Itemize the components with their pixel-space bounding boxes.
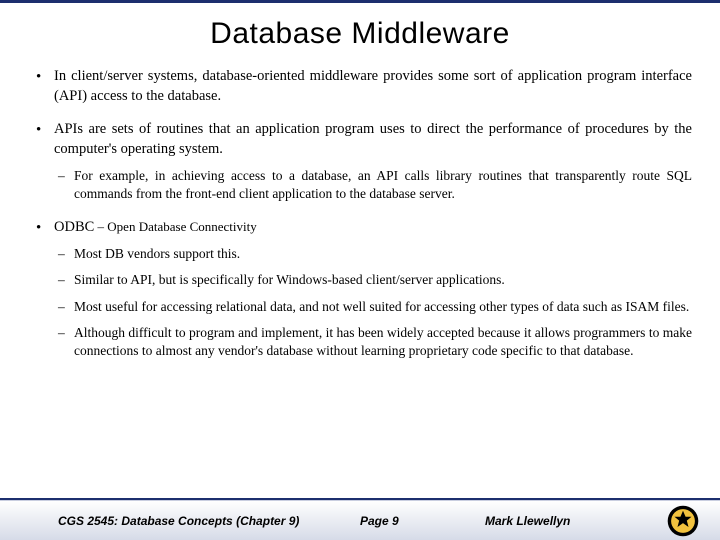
footer-course: CGS 2545: Database Concepts (Chapter 9)	[58, 514, 299, 528]
slide-body: In client/server systems, database-orien…	[0, 67, 720, 360]
sub-bullet-item: Most DB vendors support this.	[54, 245, 692, 263]
sub-bullet-list: For example, in achieving access to a da…	[54, 167, 692, 203]
footer: CGS 2545: Database Concepts (Chapter 9) …	[0, 498, 720, 540]
slide-title: Database Middleware	[0, 17, 720, 51]
bullet-text: APIs are sets of routines that an applic…	[54, 121, 692, 157]
bullet-item: ODBC – Open Database Connectivity Most D…	[32, 218, 692, 361]
top-rule	[0, 0, 720, 3]
ucf-logo-icon	[666, 504, 700, 538]
odbc-term: ODBC	[54, 219, 94, 235]
footer-author: Mark Llewellyn	[485, 514, 570, 528]
bullet-item: APIs are sets of routines that an applic…	[32, 120, 692, 204]
bullet-item: In client/server systems, database-orien…	[32, 67, 692, 106]
sub-bullet-item: Most useful for accessing relational dat…	[54, 298, 692, 316]
sub-bullet-item: For example, in achieving access to a da…	[54, 167, 692, 203]
sub-bullet-list: Most DB vendors support this. Similar to…	[54, 245, 692, 360]
sub-bullet-item: Although difficult to program and implem…	[54, 324, 692, 360]
bullet-list: In client/server systems, database-orien…	[32, 67, 692, 360]
footer-bar: CGS 2545: Database Concepts (Chapter 9) …	[0, 500, 720, 540]
footer-page: Page 9	[360, 514, 399, 528]
odbc-expansion: – Open Database Connectivity	[94, 219, 256, 234]
sub-bullet-item: Similar to API, but is specifically for …	[54, 271, 692, 289]
